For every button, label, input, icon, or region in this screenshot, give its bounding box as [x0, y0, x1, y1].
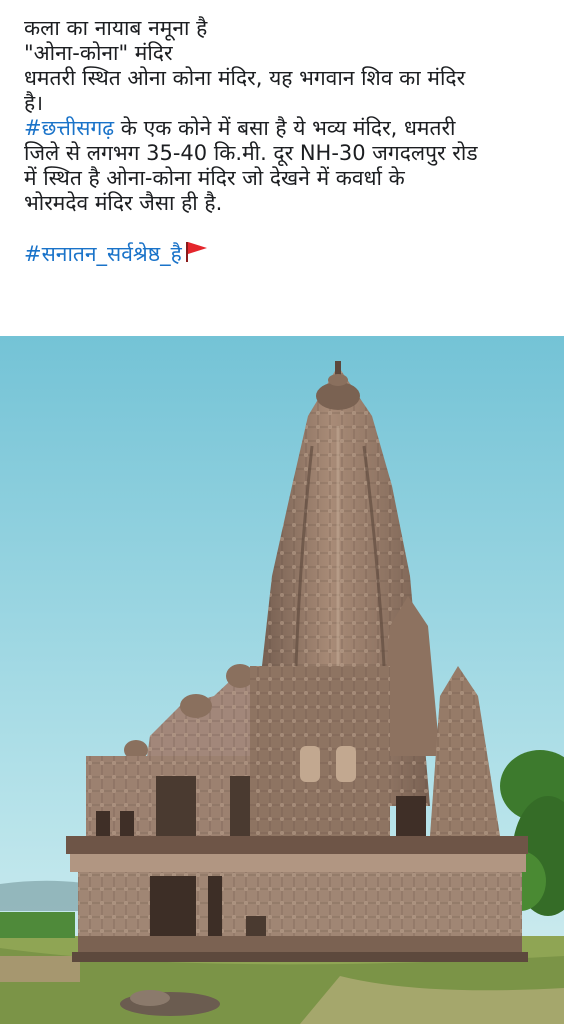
red-flag-icon — [184, 241, 208, 269]
hashtag-chhattisgarh[interactable]: #छत्तीसगढ़ — [24, 116, 114, 140]
temple-photo[interactable] — [0, 336, 564, 1024]
post-line: है। — [24, 91, 44, 115]
post-line: #सनातन_सर्वश्रेष्ठ_है — [24, 241, 540, 269]
post-line: "ओना-कोना" मंदिर — [24, 41, 173, 65]
post-line: कला का नायाब नमूना है — [24, 16, 208, 40]
post-line: भोरमदेव मंदिर जैसा ही है. — [24, 191, 223, 215]
temple-image — [0, 336, 564, 1024]
post-line: में स्थित है ओना-कोना मंदिर जो देखने में… — [24, 166, 405, 190]
hashtag-sanatan[interactable]: #सनातन_सर्वश्रेष्ठ_है — [24, 242, 182, 266]
post-text: कला का नायाब नमूना है "ओना-कोना" मंदिर ध… — [0, 0, 564, 336]
post-line: जिले से लगभग 35-40 कि.मी. दूर NH-30 जगदल… — [24, 141, 478, 165]
post-line: धमतरी स्थित ओना कोना मंदिर, यह भगवान शिव… — [24, 66, 466, 90]
post-line-text: के एक कोने में बसा है ये भव्य मंदिर, धमत… — [114, 116, 456, 140]
post-line: #छत्तीसगढ़ के एक कोने में बसा है ये भव्य… — [24, 116, 540, 141]
